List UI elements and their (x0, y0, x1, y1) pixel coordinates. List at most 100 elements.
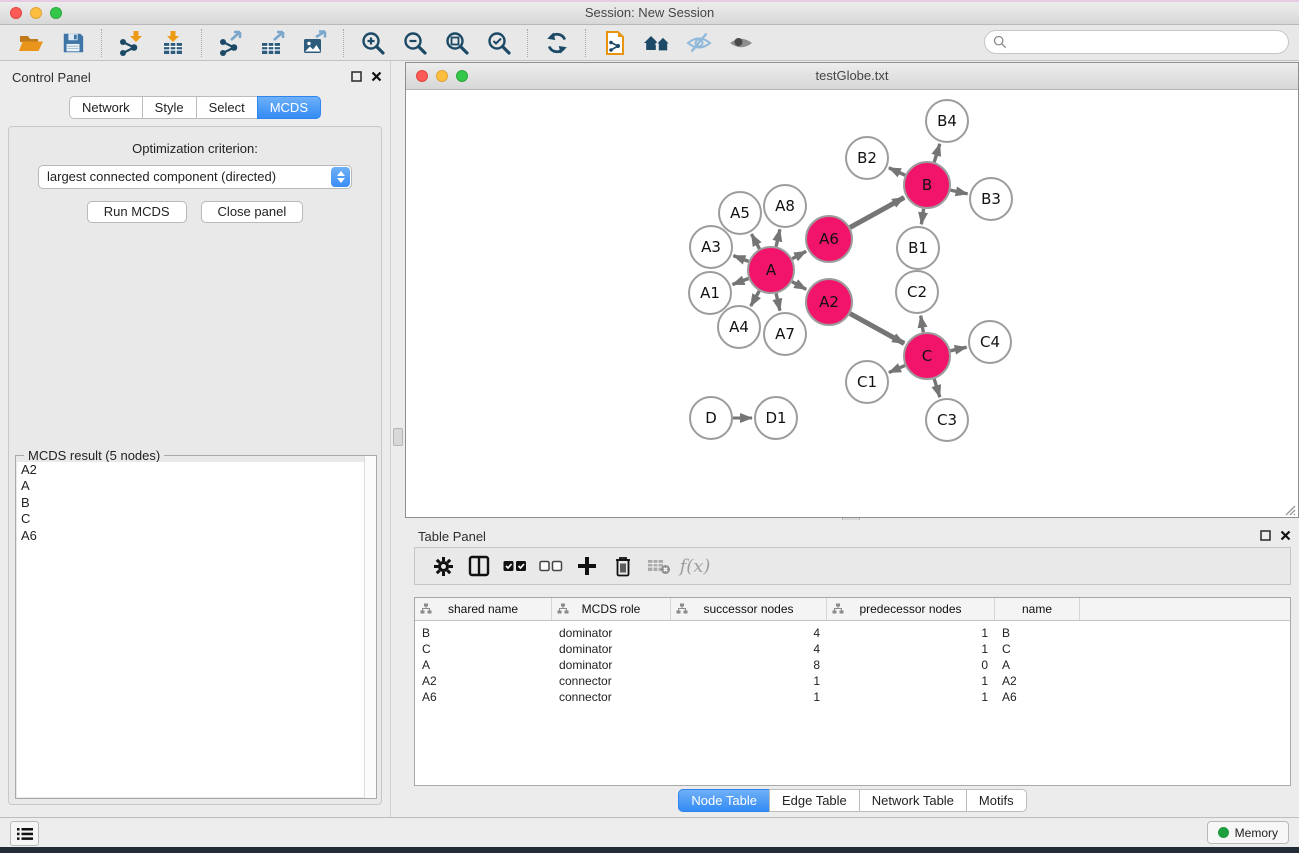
result-item[interactable]: B (17, 495, 375, 511)
node-A4[interactable]: A4 (718, 306, 760, 348)
edge-A-A4[interactable] (751, 291, 760, 306)
show-all-button[interactable] (726, 29, 756, 57)
network-window-titlebar[interactable]: testGlobe.txt (406, 63, 1298, 90)
tab-network[interactable]: Network (69, 96, 143, 119)
table-settings-button[interactable] (425, 551, 461, 581)
node-B1[interactable]: B1 (897, 227, 939, 269)
vertical-divider-handle[interactable] (393, 428, 403, 446)
tab-edge-table[interactable]: Edge Table (769, 789, 860, 812)
edge-A6-B[interactable] (850, 198, 904, 228)
unselect-all-columns-button[interactable] (533, 551, 569, 581)
save-session-button[interactable] (58, 29, 88, 57)
node-A1[interactable]: A1 (689, 272, 731, 314)
column-header-MCDS-role[interactable]: MCDS role (552, 598, 671, 620)
edge-A-A6[interactable] (792, 251, 806, 258)
tab-network-table[interactable]: Network Table (859, 789, 967, 812)
export-network-button[interactable] (216, 29, 246, 57)
edge-A-A2[interactable] (792, 282, 806, 290)
optimization-dropdown[interactable]: largest connected component (directed) (38, 165, 352, 189)
node-B[interactable]: B (904, 162, 950, 208)
node-A3[interactable]: A3 (690, 226, 732, 268)
export-image-button[interactable] (300, 29, 330, 57)
tab-select[interactable]: Select (196, 96, 258, 119)
result-item[interactable]: A2 (17, 462, 375, 478)
export-table-button[interactable] (258, 29, 288, 57)
node-A7[interactable]: A7 (764, 313, 806, 355)
node-B4[interactable]: B4 (926, 100, 968, 142)
table-row[interactable]: Cdominator41C (415, 641, 1290, 657)
select-all-columns-button[interactable] (497, 551, 533, 581)
search-input[interactable] (1012, 33, 1288, 51)
close-panel-icon[interactable] (371, 71, 382, 82)
zoom-fit-button[interactable] (442, 29, 472, 57)
tab-style[interactable]: Style (142, 96, 197, 119)
refresh-view-button[interactable] (542, 29, 572, 57)
edge-A-A5[interactable] (752, 234, 760, 249)
delete-columns-button[interactable] (605, 551, 641, 581)
column-header-predecessor-nodes[interactable]: predecessor nodes (827, 598, 995, 620)
result-scrollbar[interactable] (364, 456, 376, 798)
memory-button[interactable]: Memory (1207, 821, 1289, 844)
result-item[interactable]: A6 (17, 528, 375, 544)
node-D1[interactable]: D1 (755, 397, 797, 439)
edge-C-C4[interactable] (950, 347, 966, 351)
node-B3[interactable]: B3 (970, 178, 1012, 220)
close-table-panel-icon[interactable] (1280, 530, 1291, 541)
open-session-button[interactable] (16, 29, 46, 57)
table-row[interactable]: A2connector11A2 (415, 673, 1290, 689)
node-A6[interactable]: A6 (806, 216, 852, 262)
resize-grip-icon[interactable] (1283, 503, 1296, 516)
edge-B-B3[interactable] (950, 190, 967, 194)
node-A8[interactable]: A8 (764, 185, 806, 227)
hide-selected-button[interactable] (684, 29, 714, 57)
zoom-in-button[interactable] (358, 29, 388, 57)
search-field[interactable] (984, 30, 1289, 54)
edge-A-A3[interactable] (733, 256, 748, 262)
node-A2[interactable]: A2 (806, 279, 852, 325)
zoom-selected-button[interactable] (484, 29, 514, 57)
node-table[interactable]: shared nameMCDS rolesuccessor nodesprede… (414, 597, 1291, 786)
table-row[interactable]: Bdominator41B (415, 625, 1290, 641)
node-C3[interactable]: C3 (926, 399, 968, 441)
zoom-out-button[interactable] (400, 29, 430, 57)
float-panel-icon[interactable] (351, 71, 362, 82)
import-table-button[interactable] (158, 29, 188, 57)
import-network-button[interactable] (116, 29, 146, 57)
close-panel-button[interactable]: Close panel (201, 201, 304, 223)
node-B2[interactable]: B2 (846, 137, 888, 179)
column-header-name[interactable]: name (995, 598, 1080, 620)
result-item[interactable]: C (17, 511, 375, 527)
node-C4[interactable]: C4 (969, 321, 1011, 363)
float-table-panel-icon[interactable] (1260, 530, 1271, 541)
network-canvas[interactable]: B4B2BB3A8A5A6A3B1AC2A1A2A4A7C4CC1C3DD1 (406, 90, 1297, 517)
result-item[interactable]: A (17, 478, 375, 494)
column-header-shared-name[interactable]: shared name (415, 598, 552, 620)
table-row[interactable]: A6connector11A6 (415, 689, 1290, 705)
node-A[interactable]: A (748, 247, 794, 293)
edge-B-B1[interactable] (921, 209, 923, 224)
edge-A-A1[interactable] (733, 279, 749, 285)
delete-table-button[interactable] (641, 551, 677, 581)
edge-A-A8[interactable] (776, 229, 780, 246)
edge-C-C1[interactable] (889, 366, 905, 373)
node-D[interactable]: D (690, 397, 732, 439)
edge-A2-C[interactable] (850, 314, 904, 344)
create-column-button[interactable] (569, 551, 605, 581)
edge-B-B4[interactable] (934, 144, 940, 162)
edge-A-A7[interactable] (776, 293, 780, 310)
node-C1[interactable]: C1 (846, 361, 888, 403)
tab-motifs[interactable]: Motifs (966, 789, 1027, 812)
edge-B-B2[interactable] (889, 168, 905, 175)
tab-mcds[interactable]: MCDS (257, 96, 321, 119)
edge-C-C2[interactable] (921, 316, 924, 333)
column-header-successor-nodes[interactable]: successor nodes (671, 598, 827, 620)
show-task-history-button[interactable] (10, 821, 39, 846)
run-mcds-button[interactable]: Run MCDS (87, 201, 187, 223)
function-builder-button[interactable]: f(x) (677, 551, 713, 581)
table-row[interactable]: Adominator80A (415, 657, 1290, 673)
node-C[interactable]: C (904, 333, 950, 379)
tab-node-table[interactable]: Node Table (678, 789, 770, 812)
edge-C-C3[interactable] (934, 379, 940, 397)
clone-network-button[interactable] (600, 29, 630, 57)
first-neighbors-button[interactable] (642, 29, 672, 57)
